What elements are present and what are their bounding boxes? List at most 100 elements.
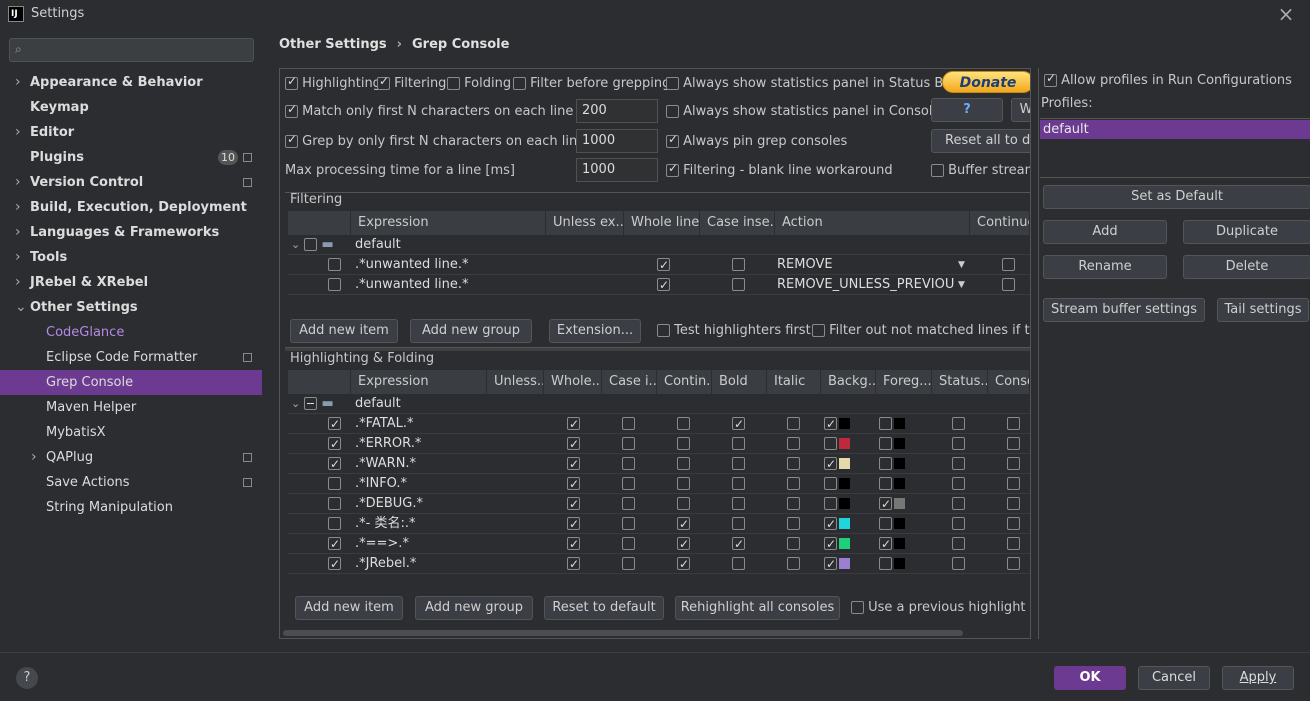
expression-cell[interactable]: .*WARN.* (355, 454, 485, 474)
test-highlighters-checkbox[interactable] (657, 324, 670, 337)
delete-profile-button[interactable]: Delete (1183, 255, 1310, 279)
continue-checkbox[interactable] (677, 457, 690, 470)
italic-checkbox[interactable] (787, 497, 800, 510)
foreground-checkbox[interactable] (879, 517, 892, 530)
profile-item-default[interactable]: default (1040, 120, 1310, 139)
enabled-checkbox[interactable] (328, 258, 341, 271)
expression-cell[interactable]: .*ERROR.* (355, 434, 485, 454)
sidebar-item-maven-helper[interactable]: Maven Helper (0, 395, 262, 420)
sidebar-item-editor[interactable]: › Editor (0, 120, 262, 145)
stats-console-checkbox[interactable] (666, 105, 679, 118)
expression-cell[interactable]: .*unwanted line.* (355, 275, 545, 295)
highlight-column-header[interactable]: Expression (351, 370, 487, 394)
sidebar-item-version-control[interactable]: › Version Control (0, 170, 262, 195)
stats-status-bar-checkbox[interactable] (666, 77, 679, 90)
breadcrumb-parent[interactable]: Other Settings (279, 37, 387, 52)
folding-checkbox[interactable] (447, 77, 460, 90)
foreground-checkbox[interactable] (879, 437, 892, 450)
status-bar-checkbox[interactable] (952, 497, 965, 510)
grep-first-n-option[interactable]: Grep by only first N characters on each … (285, 132, 585, 149)
console-checkbox[interactable] (1007, 517, 1020, 530)
foreground-checkbox[interactable] (879, 477, 892, 490)
max-processing-field[interactable]: 1000 (576, 158, 658, 182)
chevron-right-icon[interactable]: › (15, 270, 21, 295)
match-first-n-option[interactable]: Match only first N characters on each li… (285, 102, 573, 119)
status-bar-checkbox[interactable] (952, 537, 965, 550)
donate-button[interactable]: Donate (942, 71, 1030, 93)
blank-line-workaround-checkbox[interactable] (666, 161, 679, 177)
background-color-swatch[interactable] (839, 498, 850, 509)
chevron-down-icon[interactable]: ⌄ (291, 238, 300, 251)
bold-checkbox[interactable] (732, 414, 745, 434)
chevron-down-icon[interactable]: ⌄ (291, 397, 300, 410)
grep-first-n-field[interactable]: 1000 (576, 129, 658, 153)
always-pin-option[interactable]: Always pin grep consoles (666, 132, 847, 149)
highlighting-option[interactable]: Highlighting (285, 74, 381, 91)
filter-add-group-button[interactable]: Add new group (410, 319, 532, 343)
stream-buffer-settings-button[interactable]: Stream buffer settings (1043, 298, 1205, 322)
filter-column-header[interactable]: Expression (351, 211, 546, 235)
profiles-list[interactable]: default (1040, 118, 1310, 178)
expression-cell[interactable]: .*- 类名:.* (355, 514, 485, 534)
group-checkbox[interactable] (304, 238, 318, 251)
case-insensitive-checkbox[interactable] (732, 258, 745, 271)
bold-checkbox[interactable] (732, 477, 745, 490)
enabled-checkbox[interactable] (328, 534, 341, 554)
whole-line-checkbox[interactable] (567, 434, 580, 454)
add-profile-button[interactable]: Add (1043, 220, 1167, 244)
use-previous-option[interactable]: Use a previous highlight if a (851, 600, 1030, 615)
sidebar-item-jrebel-xrebel[interactable]: › JRebel & XRebel (0, 270, 262, 295)
background-color-swatch[interactable] (839, 518, 850, 529)
italic-checkbox[interactable] (787, 517, 800, 530)
expression-cell[interactable]: .*unwanted line.* (355, 255, 545, 275)
sidebar-item-eclipse-code-formatter[interactable]: Eclipse Code Formatter (0, 345, 262, 370)
highlight-row[interactable]: .*WARN.* (288, 454, 1030, 474)
sidebar-item-save-actions[interactable]: Save Actions (0, 470, 262, 495)
continue-checkbox[interactable] (1002, 278, 1015, 291)
search-input[interactable]: ⌕ (9, 38, 254, 62)
background-checkbox[interactable] (824, 477, 837, 490)
highlight-column-header[interactable]: Contin... (657, 370, 712, 394)
foreground-checkbox[interactable] (879, 457, 892, 470)
filter-before-grepping-checkbox[interactable] (513, 77, 526, 90)
stats-console-option[interactable]: Always show statistics panel in Console (666, 104, 940, 119)
sidebar-item-languages-frameworks[interactable]: › Languages & Frameworks (0, 220, 262, 245)
chevron-right-icon[interactable]: › (15, 70, 21, 95)
chevron-right-icon[interactable]: › (15, 220, 21, 245)
folding-option[interactable]: Folding (447, 76, 511, 91)
status-bar-checkbox[interactable] (952, 477, 965, 490)
filter-row[interactable]: .*unwanted line.* REMOVE▼ (288, 255, 1030, 275)
highlight-row[interactable]: .*- 类名:.* (288, 514, 1030, 534)
continue-checkbox[interactable] (677, 514, 690, 534)
case-insensitive-checkbox[interactable] (622, 537, 635, 550)
sidebar-item-mybatisx[interactable]: MybatisX (0, 420, 262, 445)
filtering-option[interactable]: Filtering (377, 74, 446, 91)
background-color-swatch[interactable] (839, 458, 850, 469)
whole-line-checkbox[interactable] (567, 474, 580, 494)
case-insensitive-checkbox[interactable] (622, 477, 635, 490)
italic-checkbox[interactable] (787, 417, 800, 430)
highlight-row[interactable]: .*==>.* (288, 534, 1030, 554)
case-insensitive-checkbox[interactable] (622, 557, 635, 570)
bold-checkbox[interactable] (732, 557, 745, 570)
match-first-n-checkbox[interactable] (285, 102, 298, 118)
filter-column-header[interactable]: Whole line (624, 211, 700, 235)
console-checkbox[interactable] (1007, 477, 1020, 490)
help-button[interactable]: ? (931, 98, 1003, 122)
foreground-color-swatch[interactable] (894, 498, 905, 509)
continue-checkbox[interactable] (677, 437, 690, 450)
background-checkbox[interactable] (824, 497, 837, 510)
expression-cell[interactable]: .*INFO.* (355, 474, 485, 494)
highlight-column-header[interactable]: Case i... (602, 370, 657, 394)
case-insensitive-checkbox[interactable] (622, 497, 635, 510)
console-checkbox[interactable] (1007, 417, 1020, 430)
whole-line-checkbox[interactable] (567, 514, 580, 534)
ok-button[interactable]: OK (1054, 666, 1126, 690)
sidebar-item-plugins[interactable]: Plugins 10 (0, 145, 262, 170)
rename-profile-button[interactable]: Rename (1043, 255, 1167, 279)
case-insensitive-checkbox[interactable] (622, 417, 635, 430)
highlight-row[interactable]: .*JRebel.* (288, 554, 1030, 574)
dropdown-arrow-icon[interactable]: ▼ (958, 275, 968, 295)
case-insensitive-checkbox[interactable] (622, 517, 635, 530)
enabled-checkbox[interactable] (328, 517, 341, 530)
